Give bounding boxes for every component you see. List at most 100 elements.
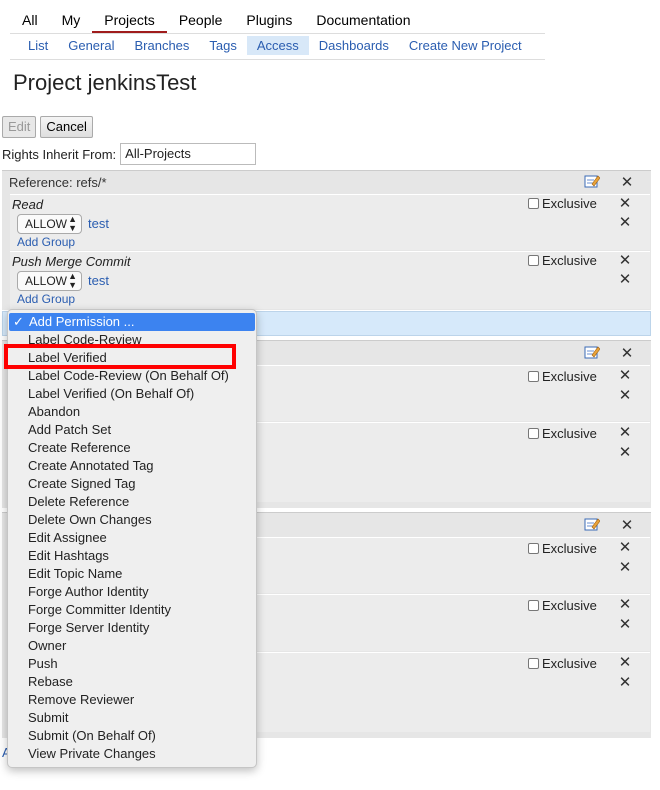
subnav-access[interactable]: Access (246, 36, 309, 55)
dropdown-option[interactable]: Create Annotated Tag (8, 457, 256, 475)
dropdown-option[interactable]: Label Verified (On Behalf Of) (8, 385, 256, 403)
exclusive-checkbox[interactable]: Exclusive (528, 196, 597, 211)
action-select[interactable]: ALLOW ▲ ▼ (17, 214, 82, 234)
dropdown-option[interactable]: Submit (On Behalf Of) (8, 727, 256, 745)
tab-people[interactable]: People (167, 12, 235, 34)
dropdown-option[interactable]: Edit Assignee (8, 529, 256, 547)
cancel-button[interactable]: Cancel (40, 116, 93, 138)
checkbox-icon[interactable] (528, 658, 539, 669)
add-group-link[interactable]: Add Group (17, 235, 75, 249)
rights-inherit-row: Rights Inherit From: All-Projects (2, 143, 257, 165)
exclusive-label: Exclusive (542, 426, 597, 441)
remove-group-icon[interactable]: ✕ (618, 560, 632, 575)
exclusive-label: Exclusive (542, 196, 597, 211)
exclusive-checkbox[interactable]: Exclusive (528, 656, 597, 671)
tab-documentation[interactable]: Documentation (304, 12, 422, 34)
dropdown-option[interactable]: Forge Server Identity (8, 619, 256, 637)
remove-permission-icon[interactable]: ✕ (618, 253, 632, 268)
rights-inherit-label: Rights Inherit From: (2, 146, 117, 162)
remove-permission-icon[interactable]: ✕ (618, 425, 632, 440)
remove-permission-icon[interactable]: ✕ (618, 655, 632, 670)
tab-projects[interactable]: Projects (92, 12, 167, 34)
group-link[interactable]: test (88, 273, 109, 288)
subnav-dashboards[interactable]: Dashboards (309, 36, 399, 55)
remove-group-icon[interactable]: ✕ (618, 272, 632, 287)
checkbox-icon[interactable] (528, 255, 539, 266)
dropdown-option[interactable]: Forge Author Identity (8, 583, 256, 601)
page-title: Project jenkinsTest (13, 70, 197, 95)
sub-nav-divider (10, 59, 545, 60)
dropdown-option[interactable]: Edit Topic Name (8, 565, 256, 583)
action-value: ALLOW (25, 217, 68, 231)
dropdown-option[interactable]: Submit (8, 709, 256, 727)
dropdown-option[interactable]: Delete Reference (8, 493, 256, 511)
dropdown-option[interactable]: Edit Hashtags (8, 547, 256, 565)
remove-permission-icon[interactable]: ✕ (618, 368, 632, 383)
remove-group-icon[interactable]: ✕ (618, 215, 632, 230)
remove-permission-icon[interactable]: ✕ (618, 540, 632, 555)
checkmark-icon: ✓ (13, 314, 24, 329)
group-link[interactable]: test (88, 216, 109, 231)
dropdown-option[interactable]: View Private Changes (8, 745, 256, 763)
exclusive-checkbox[interactable]: Exclusive (528, 369, 597, 384)
subnav-tags[interactable]: Tags (199, 36, 246, 55)
dropdown-option[interactable]: Delete Own Changes (8, 511, 256, 529)
remove-reference-icon[interactable]: ✕ (620, 175, 634, 190)
dropdown-option[interactable]: Rebase (8, 673, 256, 691)
remove-permission-icon[interactable]: ✕ (618, 196, 632, 211)
subnav-general[interactable]: General (58, 36, 124, 55)
dropdown-option[interactable]: Add Patch Set (8, 421, 256, 439)
dropdown-option[interactable]: Owner (8, 637, 256, 655)
subnav-list[interactable]: List (18, 36, 58, 55)
remove-group-icon[interactable]: ✕ (618, 675, 632, 690)
remove-reference-icon[interactable]: ✕ (620, 518, 634, 533)
top-nav-divider (10, 33, 545, 34)
checkbox-icon[interactable] (528, 198, 539, 209)
dropdown-option[interactable]: Create Signed Tag (8, 475, 256, 493)
subnav-create-new-project[interactable]: Create New Project (399, 36, 532, 55)
checkbox-icon[interactable] (528, 371, 539, 382)
rights-inherit-input[interactable]: All-Projects (120, 143, 257, 165)
exclusive-checkbox[interactable]: Exclusive (528, 598, 597, 613)
exclusive-checkbox[interactable]: Exclusive (528, 253, 597, 268)
exclusive-checkbox[interactable]: Exclusive (528, 541, 597, 556)
permission-push-merge-commit: Push Merge Commit Exclusive ✕ ALLOW ▲ ▼ t… (10, 251, 650, 309)
permission-name: Push Merge Commit (12, 254, 131, 269)
tab-my[interactable]: My (50, 12, 93, 34)
exclusive-label: Exclusive (542, 598, 597, 613)
dropdown-option[interactable]: Push (8, 655, 256, 673)
remove-reference-icon[interactable]: ✕ (620, 346, 634, 361)
exclusive-label: Exclusive (542, 253, 597, 268)
dropdown-option[interactable]: Forge Committer Identity (8, 601, 256, 619)
highlight-annotation-box (4, 344, 236, 369)
remove-group-icon[interactable]: ✕ (618, 617, 632, 632)
add-group-link[interactable]: Add Group (17, 292, 75, 306)
checkbox-icon[interactable] (528, 428, 539, 439)
edit-icon[interactable] (584, 174, 600, 188)
reference-section: Reference: refs/* ✕ Read Exclusive ✕ ALL… (2, 170, 651, 310)
reference-name: Reference: refs/* (9, 175, 107, 190)
action-select[interactable]: ALLOW ▲ ▼ (17, 271, 82, 291)
edit-icon[interactable] (584, 345, 600, 359)
checkbox-icon[interactable] (528, 543, 539, 554)
dropdown-option[interactable]: Create Reference (8, 439, 256, 457)
exclusive-checkbox[interactable]: Exclusive (528, 426, 597, 441)
tab-plugins[interactable]: Plugins (234, 12, 304, 34)
edit-button[interactable]: Edit (2, 116, 37, 138)
select-arrows-icon: ▲ ▼ (68, 214, 77, 233)
tab-all[interactable]: All (10, 12, 50, 34)
checkbox-icon[interactable] (528, 600, 539, 611)
dropdown-option[interactable]: Label Code-Review (On Behalf Of) (8, 367, 256, 385)
permission-read: Read Exclusive ✕ ALLOW ▲ ▼ test ✕ Add Gro… (10, 194, 650, 250)
subnav-branches[interactable]: Branches (124, 36, 199, 55)
add-permission-dropdown[interactable]: ✓ Add Permission ... Label Code-Review La… (7, 309, 257, 768)
dropdown-option[interactable]: Remove Reviewer (8, 691, 256, 709)
select-arrows-icon: ▲ ▼ (68, 271, 77, 290)
remove-group-icon[interactable]: ✕ (618, 388, 632, 403)
dropdown-option-label: Add Permission ... (29, 314, 135, 329)
remove-permission-icon[interactable]: ✕ (618, 597, 632, 612)
edit-icon[interactable] (584, 517, 600, 531)
dropdown-option-add-permission[interactable]: ✓ Add Permission ... (9, 313, 255, 331)
remove-group-icon[interactable]: ✕ (618, 445, 632, 460)
dropdown-option[interactable]: Abandon (8, 403, 256, 421)
